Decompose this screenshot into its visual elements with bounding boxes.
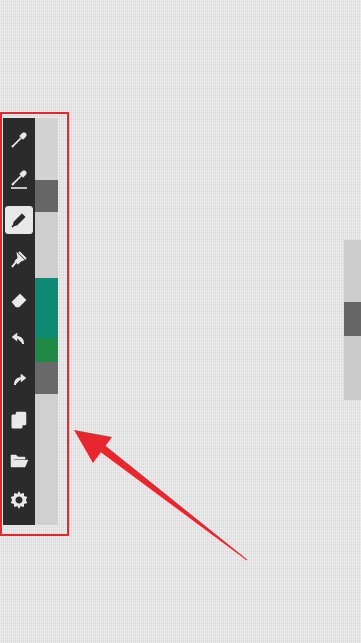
arrow-head [74,430,112,463]
right-panel-swatch[interactable] [344,336,361,400]
arrow-shaft [95,441,248,561]
right-panel-swatch[interactable] [344,302,361,336]
right-side-panel [344,240,361,400]
right-panel-swatch[interactable] [344,240,361,302]
highlight-annotation-box [0,112,69,536]
